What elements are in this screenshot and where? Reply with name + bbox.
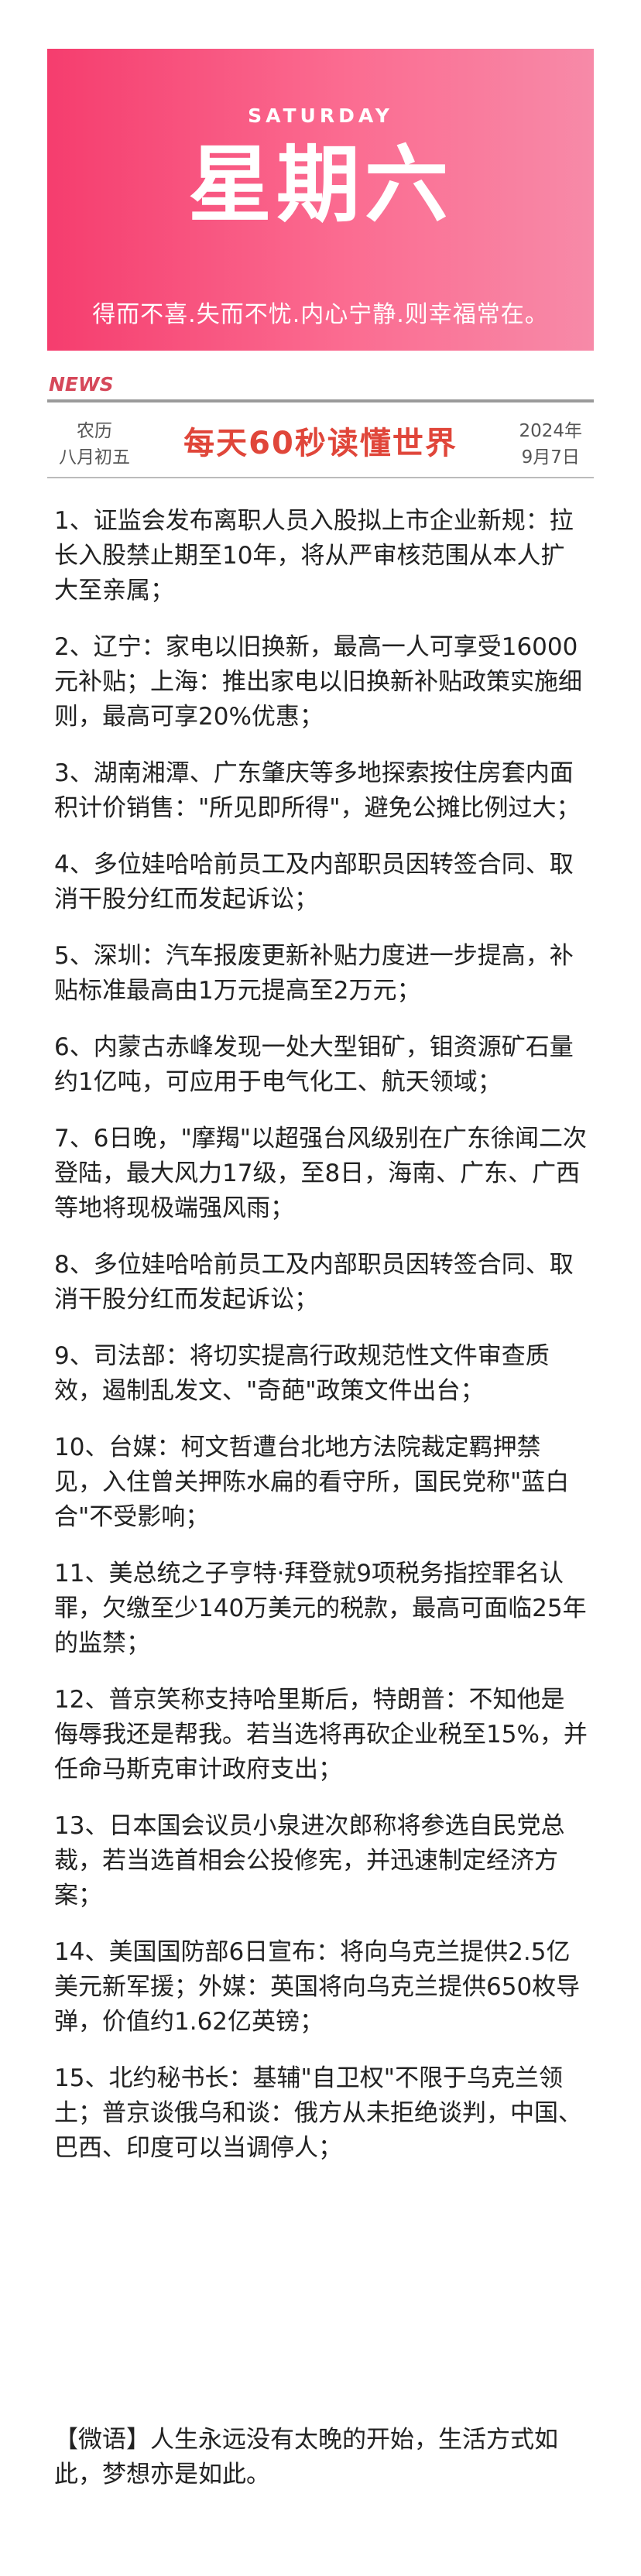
news-item: 11、美总统之子亨特·拜登就9项税务指控罪名认罪，欠缴至少140万美元的税款，最… xyxy=(54,1560,587,1657)
news-item: 15、北约秘书长：基辅"自卫权"不限于乌克兰领土；普京谈俄乌和谈：俄方从未拒绝谈… xyxy=(54,2064,582,2162)
news-item: 5、深圳：汽车报废更新补贴力度进一步提高，补贴标准最高由1万元提高至2万元； xyxy=(54,942,574,1005)
daily-quote: 【微语】人生永远没有太晚的开始，生活方式如此，梦想亦是如此。 xyxy=(54,2426,558,2489)
date-year: 2024年 xyxy=(519,421,582,441)
gregorian-date-block: 2024年 9月7日 xyxy=(519,418,582,471)
header-divider-bottom xyxy=(47,477,594,478)
news-list: 1、证监会发布离职人员入股拟上市企业新规：拉长入股禁止期至10年，将从严审核范围… xyxy=(54,504,588,2187)
news-item: 12、普京笑称支持哈里斯后，特朗普：不知他是侮辱我还是帮我。若当选将再砍企业税至… xyxy=(54,1686,588,1783)
news-item: 13、日本国会议员小泉进次郎称将参选自民党总裁，若当选首相会公投修宪，并迅速制定… xyxy=(54,1812,565,1910)
news-item: 8、多位娃哈哈前员工及内部职员因转签合同、取消干股分红而发起诉讼； xyxy=(54,1251,574,1314)
news-item: 6、内蒙古赤峰发现一处大型钼矿，钼资源矿石量约1亿吨，可应用于电气化工、航天领域… xyxy=(54,1033,574,1096)
weekday-chinese: 星期六 xyxy=(187,137,453,234)
news-item: 2、辽宁：家电以旧换新，最高一人可享受16000元补贴；上海：推出家电以旧换新补… xyxy=(54,633,582,731)
date-month-day: 9月7日 xyxy=(521,447,580,468)
news-item: 9、司法部：将切实提高行政规范性文件审查质效，遏制乱发文、"奇葩"政策文件出台； xyxy=(54,1342,550,1405)
news-item: 10、台媒：柯文哲遭台北地方法院裁定羁押禁见，入住曾关押陈水扁的看守所，国民党称… xyxy=(54,1434,570,1531)
news-item: 14、美国国防部6日宣布：将向乌克兰提供2.5亿美元新军援；外媒：英国将向乌克兰… xyxy=(54,1938,581,2036)
banner-motto: 得而不喜.失而不忧.内心宁静.则幸福常在。 xyxy=(92,301,549,328)
news-item: 1、证监会发布离职人员入股拟上市企业新规：拉长入股禁止期至10年，将从严审核范围… xyxy=(54,507,574,605)
news-item: 3、湖南湘潭、广东肇庆等多地探索按住房套内面积计价销售："所见即所得"，避免公摊… xyxy=(54,759,581,822)
header-divider-top xyxy=(47,399,594,402)
date-banner: SATURDAY 星期六 得而不喜.失而不忧.内心宁静.则幸福常在。 xyxy=(47,49,594,351)
news-tag: NEWS xyxy=(49,373,114,396)
weekday-english: SATURDAY xyxy=(248,104,393,127)
news-item: 7、6日晚，"摩羯"以超强台风级别在广东徐闻二次登陆，最大风力17级，至8日，海… xyxy=(54,1125,587,1222)
news-item: 4、多位娃哈哈前员工及内部职员因转签合同、取消干股分红而发起诉讼； xyxy=(54,851,574,913)
